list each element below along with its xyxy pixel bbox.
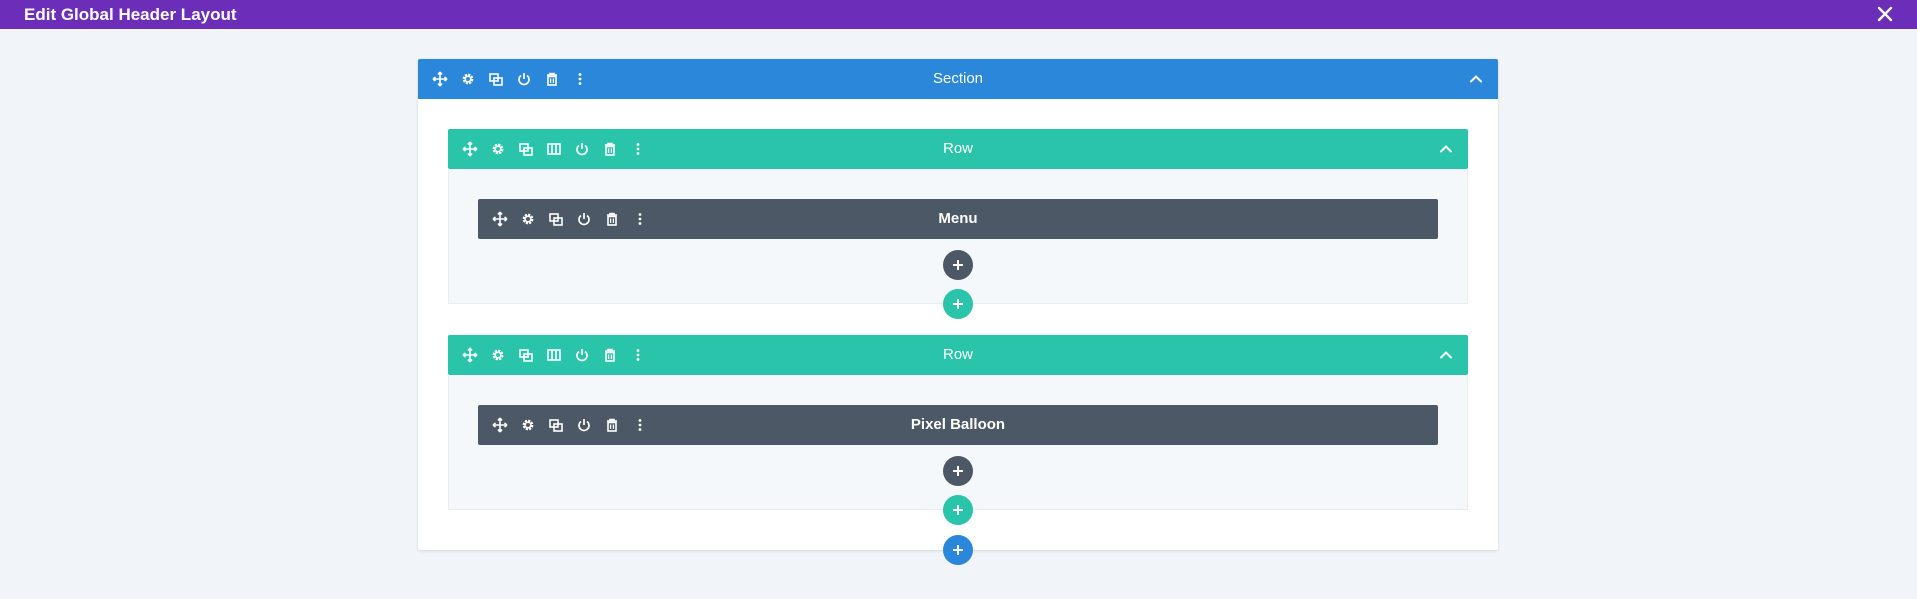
gear-icon[interactable] <box>518 209 538 229</box>
chevron-up-icon[interactable] <box>1436 345 1456 365</box>
add-module-button[interactable] <box>943 456 973 486</box>
add-row-button[interactable] <box>943 289 973 319</box>
duplicate-icon[interactable] <box>546 415 566 435</box>
chevron-up-icon[interactable] <box>1436 139 1456 159</box>
duplicate-icon[interactable] <box>546 209 566 229</box>
trash-icon[interactable] <box>600 345 620 365</box>
duplicate-icon[interactable] <box>486 69 506 89</box>
trash-icon[interactable] <box>602 415 622 435</box>
gear-icon[interactable] <box>488 345 508 365</box>
move-icon[interactable] <box>490 209 510 229</box>
trash-icon[interactable] <box>600 139 620 159</box>
close-icon[interactable] <box>1875 4 1895 24</box>
row-toolbar <box>460 345 656 365</box>
more-icon[interactable] <box>628 139 648 159</box>
columns-icon[interactable] <box>544 345 564 365</box>
trash-icon[interactable] <box>602 209 622 229</box>
add-row-button[interactable] <box>943 495 973 525</box>
chevron-up-icon[interactable] <box>1466 69 1486 89</box>
module-header-pixel-balloon[interactable]: Pixel Balloon <box>478 405 1438 445</box>
title-bar: Edit Global Header Layout <box>0 0 1917 29</box>
columns-icon[interactable] <box>544 139 564 159</box>
add-section-button[interactable] <box>943 535 973 565</box>
power-icon[interactable] <box>574 209 594 229</box>
row-header[interactable]: Row <box>448 335 1468 375</box>
more-icon[interactable] <box>628 345 648 365</box>
section-container: Section Row Menu Row Pixel Balloon <box>418 59 1498 565</box>
section-header[interactable]: Section <box>418 59 1498 99</box>
row-toolbar <box>460 139 656 159</box>
gear-icon[interactable] <box>488 139 508 159</box>
move-icon[interactable] <box>430 69 450 89</box>
module-toolbar <box>490 209 658 229</box>
module-header-menu[interactable]: Menu <box>478 199 1438 239</box>
gear-icon[interactable] <box>458 69 478 89</box>
move-icon[interactable] <box>460 345 480 365</box>
move-icon[interactable] <box>490 415 510 435</box>
power-icon[interactable] <box>572 345 592 365</box>
row-header[interactable]: Row <box>448 129 1468 169</box>
power-icon[interactable] <box>572 139 592 159</box>
power-icon[interactable] <box>514 69 534 89</box>
add-module-button[interactable] <box>943 250 973 280</box>
trash-icon[interactable] <box>542 69 562 89</box>
move-icon[interactable] <box>460 139 480 159</box>
window-title: Edit Global Header Layout <box>24 5 237 24</box>
more-icon[interactable] <box>570 69 590 89</box>
more-icon[interactable] <box>630 415 650 435</box>
duplicate-icon[interactable] <box>516 139 536 159</box>
section-toolbar <box>430 69 598 89</box>
module-toolbar <box>490 415 658 435</box>
more-icon[interactable] <box>630 209 650 229</box>
gear-icon[interactable] <box>518 415 538 435</box>
duplicate-icon[interactable] <box>516 345 536 365</box>
power-icon[interactable] <box>574 415 594 435</box>
